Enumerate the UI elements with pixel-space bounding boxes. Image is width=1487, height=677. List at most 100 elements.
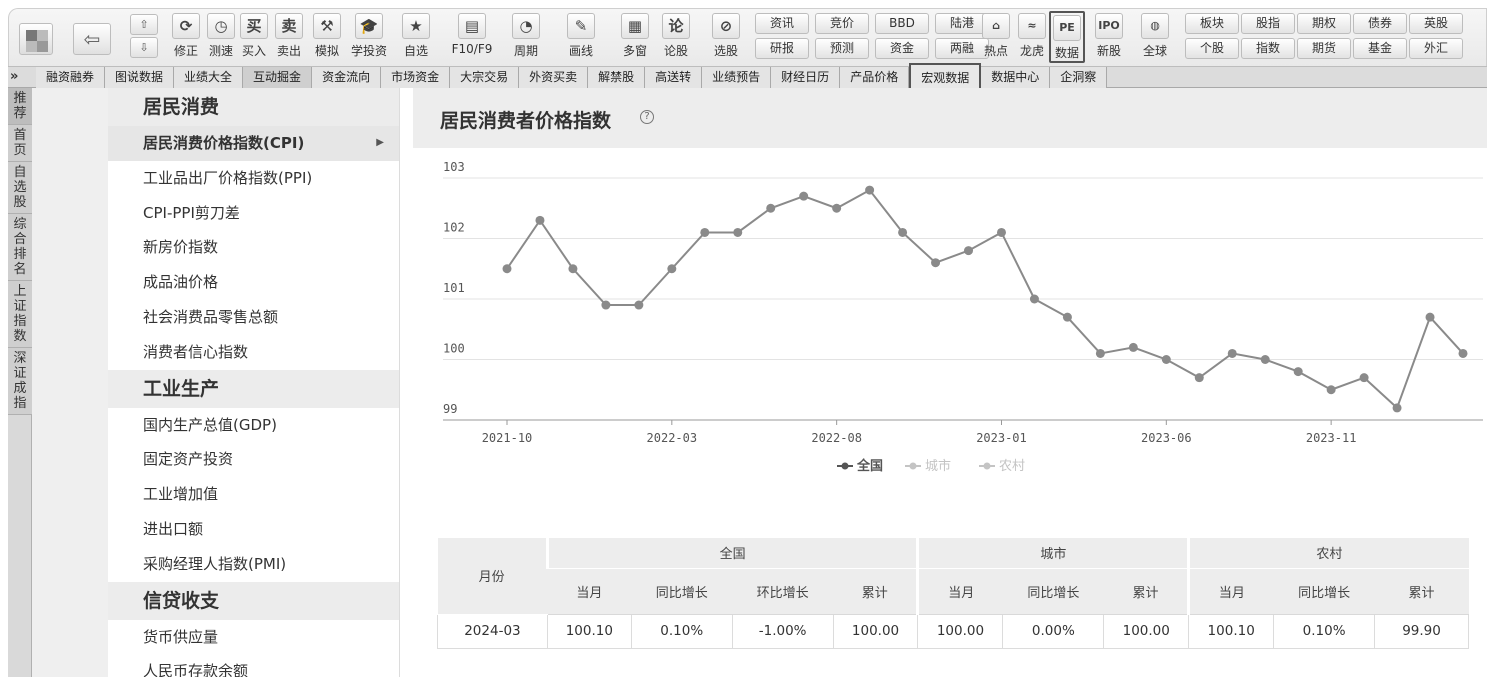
menu-item-15[interactable]: 企洞察 bbox=[1050, 67, 1108, 88]
toolbar-button-2[interactable]: 买买入 bbox=[237, 11, 271, 63]
sidebar-item[interactable]: 新房价指数 bbox=[108, 230, 399, 265]
sidebar-item[interactable]: 居民消费价格指数(CPI) ▶ bbox=[108, 126, 399, 161]
legend-label[interactable]: 农村 bbox=[999, 459, 1025, 474]
sidebar-item[interactable]: 工业品出厂价格指数(PPI) bbox=[108, 161, 399, 196]
toolbar-pair2-button-4-0[interactable]: 英股 bbox=[1409, 13, 1463, 34]
sidebar-item-label: 货币供应量 bbox=[143, 627, 219, 646]
toolbar-button2-1[interactable]: ≈ 龙虎 bbox=[1015, 11, 1049, 63]
series-point bbox=[700, 227, 710, 237]
toolbar-button-1[interactable]: ◷ 测速 bbox=[204, 11, 238, 63]
sidebar-item[interactable]: 人民币存款余额 bbox=[108, 654, 399, 677]
toolbar-button-9[interactable]: ✎ 画线 bbox=[561, 11, 601, 63]
menu-item-6[interactable]: 大宗交易 bbox=[450, 67, 520, 88]
menu-item-2[interactable]: 业绩大全 bbox=[174, 67, 244, 88]
sidebar-item[interactable]: 固定资产投资 bbox=[108, 442, 399, 477]
sidebar-item[interactable]: 采购经理人指数(PMI) bbox=[108, 547, 399, 582]
toolbar-pair-button-2-0[interactable]: BBD bbox=[875, 13, 929, 34]
toolbar-icon-0: ⟳ bbox=[172, 13, 200, 39]
toolbar-pair2-button-0-1[interactable]: 个股 bbox=[1185, 38, 1239, 59]
sidebar-item[interactable]: 成品油价格 bbox=[108, 265, 399, 300]
sidebar-item-label: 居民消费价格指数(CPI) bbox=[143, 134, 305, 152]
toolbar-pair2-button-1-1[interactable]: 指数 bbox=[1241, 38, 1295, 59]
toolbar2-icon-3: IPO bbox=[1095, 13, 1123, 39]
vertical-tab-1[interactable]: 首页 bbox=[8, 125, 32, 162]
sidebar-item[interactable]: 工业增加值 bbox=[108, 477, 399, 512]
app-grid-icon[interactable] bbox=[19, 23, 53, 55]
toolbar-button-5[interactable]: 🎓 学投资 bbox=[347, 11, 391, 63]
toolbar-button2-4[interactable]: ◍ 全球 bbox=[1131, 11, 1179, 63]
sidebar-item[interactable]: 进出口额 bbox=[108, 512, 399, 547]
vertical-tab-0[interactable]: 推荐 bbox=[8, 88, 32, 125]
menubar-expand-icon[interactable]: » bbox=[10, 69, 18, 84]
toolbar-button-11[interactable]: 论论股 bbox=[659, 11, 693, 63]
sidebar-item[interactable]: CPI-PPI剪刀差 bbox=[108, 196, 399, 231]
menu-item-14[interactable]: 数据中心 bbox=[981, 67, 1051, 88]
toolbar-button-6[interactable]: ★ 自选 bbox=[399, 11, 433, 63]
help-icon[interactable]: ? bbox=[640, 110, 654, 124]
toolbar-button2-2[interactable]: PE 数据 bbox=[1049, 11, 1085, 63]
sidebar-item-label: 工业品出厂价格指数(PPI) bbox=[143, 168, 313, 187]
sidebar-item[interactable]: 货币供应量 bbox=[108, 620, 399, 655]
vertical-tab-5[interactable]: 深证成指 bbox=[8, 348, 32, 415]
toolbar-button-8[interactable]: ◔ 周期 bbox=[505, 11, 547, 63]
sidebar-item[interactable]: 消费者信心指数 bbox=[108, 335, 399, 370]
toolbar-button2-3[interactable]: IPO 新股 bbox=[1091, 11, 1127, 63]
toolbar-icon-11: 论 bbox=[662, 13, 690, 39]
x-tick-label: 2022-03 bbox=[647, 431, 698, 445]
toolbar-pair2-button-2-0[interactable]: 期权 bbox=[1297, 13, 1351, 34]
toolbar-button-3[interactable]: 卖卖出 bbox=[272, 11, 306, 63]
menu-item-10[interactable]: 业绩预告 bbox=[702, 67, 772, 88]
menu-item-7[interactable]: 外资买卖 bbox=[519, 67, 589, 88]
page-up-button[interactable]: ⇧ bbox=[130, 14, 158, 35]
sidebar-item-label: 消费者信心指数 bbox=[143, 342, 249, 361]
vertical-tab-3[interactable]: 综合排名 bbox=[8, 214, 32, 281]
toolbar-button-12[interactable]: ⊘ 选股 bbox=[706, 11, 746, 63]
menu-item-8[interactable]: 解禁股 bbox=[588, 67, 646, 88]
toolbar-pair-button-2-1[interactable]: 资金 bbox=[875, 38, 929, 59]
toolbar-pair2-button-0-0[interactable]: 板块 bbox=[1185, 13, 1239, 34]
menu-item-12[interactable]: 产品价格 bbox=[840, 67, 910, 88]
vertical-tab-4[interactable]: 上证指数 bbox=[8, 281, 32, 348]
toolbar-button-10[interactable]: ▦ 多窗 bbox=[615, 11, 655, 63]
left-vertical-tabs: 推荐首页自选股综合排名上证指数深证成指 bbox=[8, 88, 32, 677]
toolbar-pair-button-1-1[interactable]: 预测 bbox=[815, 38, 869, 59]
toolbar-pair-button-0-0[interactable]: 资讯 bbox=[755, 13, 809, 34]
toolbar-pair2-button-3-0[interactable]: 债券 bbox=[1353, 13, 1407, 34]
toolbar-pair2-button-4-1[interactable]: 外汇 bbox=[1409, 38, 1463, 59]
toolbar-pair2-button-1-0[interactable]: 股指 bbox=[1241, 13, 1295, 34]
series-point bbox=[667, 264, 677, 274]
legend-label[interactable]: 全国 bbox=[856, 458, 883, 474]
group-header-national: 全国 bbox=[545, 538, 918, 569]
toolbar-pair2-button-3-1[interactable]: 基金 bbox=[1353, 38, 1407, 59]
menu-item-9[interactable]: 高送转 bbox=[645, 67, 703, 88]
toolbar-button-0[interactable]: ⟳ 修正 bbox=[169, 11, 203, 63]
toolbar-pair-button-1-0[interactable]: 竞价 bbox=[815, 13, 869, 34]
series-point bbox=[535, 215, 545, 225]
back-button[interactable]: ⇦ bbox=[73, 23, 111, 55]
table-cell: 2024-03 bbox=[437, 613, 548, 649]
toolbar2-label-3: 新股 bbox=[1096, 44, 1121, 58]
toolbar-pair2-button-2-1[interactable]: 期货 bbox=[1297, 38, 1351, 59]
toolbar-button2-0[interactable]: ⌂ 热点 bbox=[979, 11, 1013, 63]
menu-item-11[interactable]: 财经日历 bbox=[771, 67, 841, 88]
main-panel: 居民消费者价格指数 ? 99 100 101 102 103 2021-10 2022-03… bbox=[413, 88, 1487, 677]
legend-marker-icon bbox=[841, 462, 849, 470]
menu-item-3[interactable]: 互动掘金 bbox=[243, 67, 313, 88]
legend-marker-icon bbox=[983, 462, 991, 470]
toolbar-button-7[interactable]: ▤ F10/F9 bbox=[447, 11, 497, 63]
y-tick-label: 101 bbox=[443, 281, 465, 295]
sidebar-item[interactable]: 社会消费品零售总额 bbox=[108, 300, 399, 335]
legend-label[interactable]: 城市 bbox=[925, 458, 951, 474]
toolbar-pair2-1: 股指 指数 bbox=[1241, 13, 1295, 63]
menu-item-1[interactable]: 图说数据 bbox=[105, 67, 175, 88]
sidebar-item[interactable]: 国内生产总值(GDP) bbox=[108, 408, 399, 443]
page-down-button[interactable]: ⇩ bbox=[130, 37, 158, 58]
menu-item-4[interactable]: 资金流向 bbox=[312, 67, 382, 88]
menu-item-5[interactable]: 市场资金 bbox=[381, 67, 451, 88]
vertical-tab-2[interactable]: 自选股 bbox=[8, 162, 32, 214]
toolbar-button-4[interactable]: ⚒ 模拟 bbox=[309, 11, 345, 63]
toolbar-pair-button-0-1[interactable]: 研报 bbox=[755, 38, 809, 59]
main-toolbar: ⇦ ⇧ ⇩ ⟳ 修正 ◷ 测速买买入卖卖出 ⚒ 模拟 🎓 学投资 ★ 自选 ▤ F10/F9 ◔ 周期 ✎ 画… bbox=[8, 8, 1487, 66]
cpi-table: 月份 全国 城市 农村 当月 同比增长 环比增长 累计 当月 同比增长 累计 当月 同比增长 累计… bbox=[437, 538, 1477, 649]
menu-item-0[interactable]: 融资融券 bbox=[36, 67, 106, 88]
